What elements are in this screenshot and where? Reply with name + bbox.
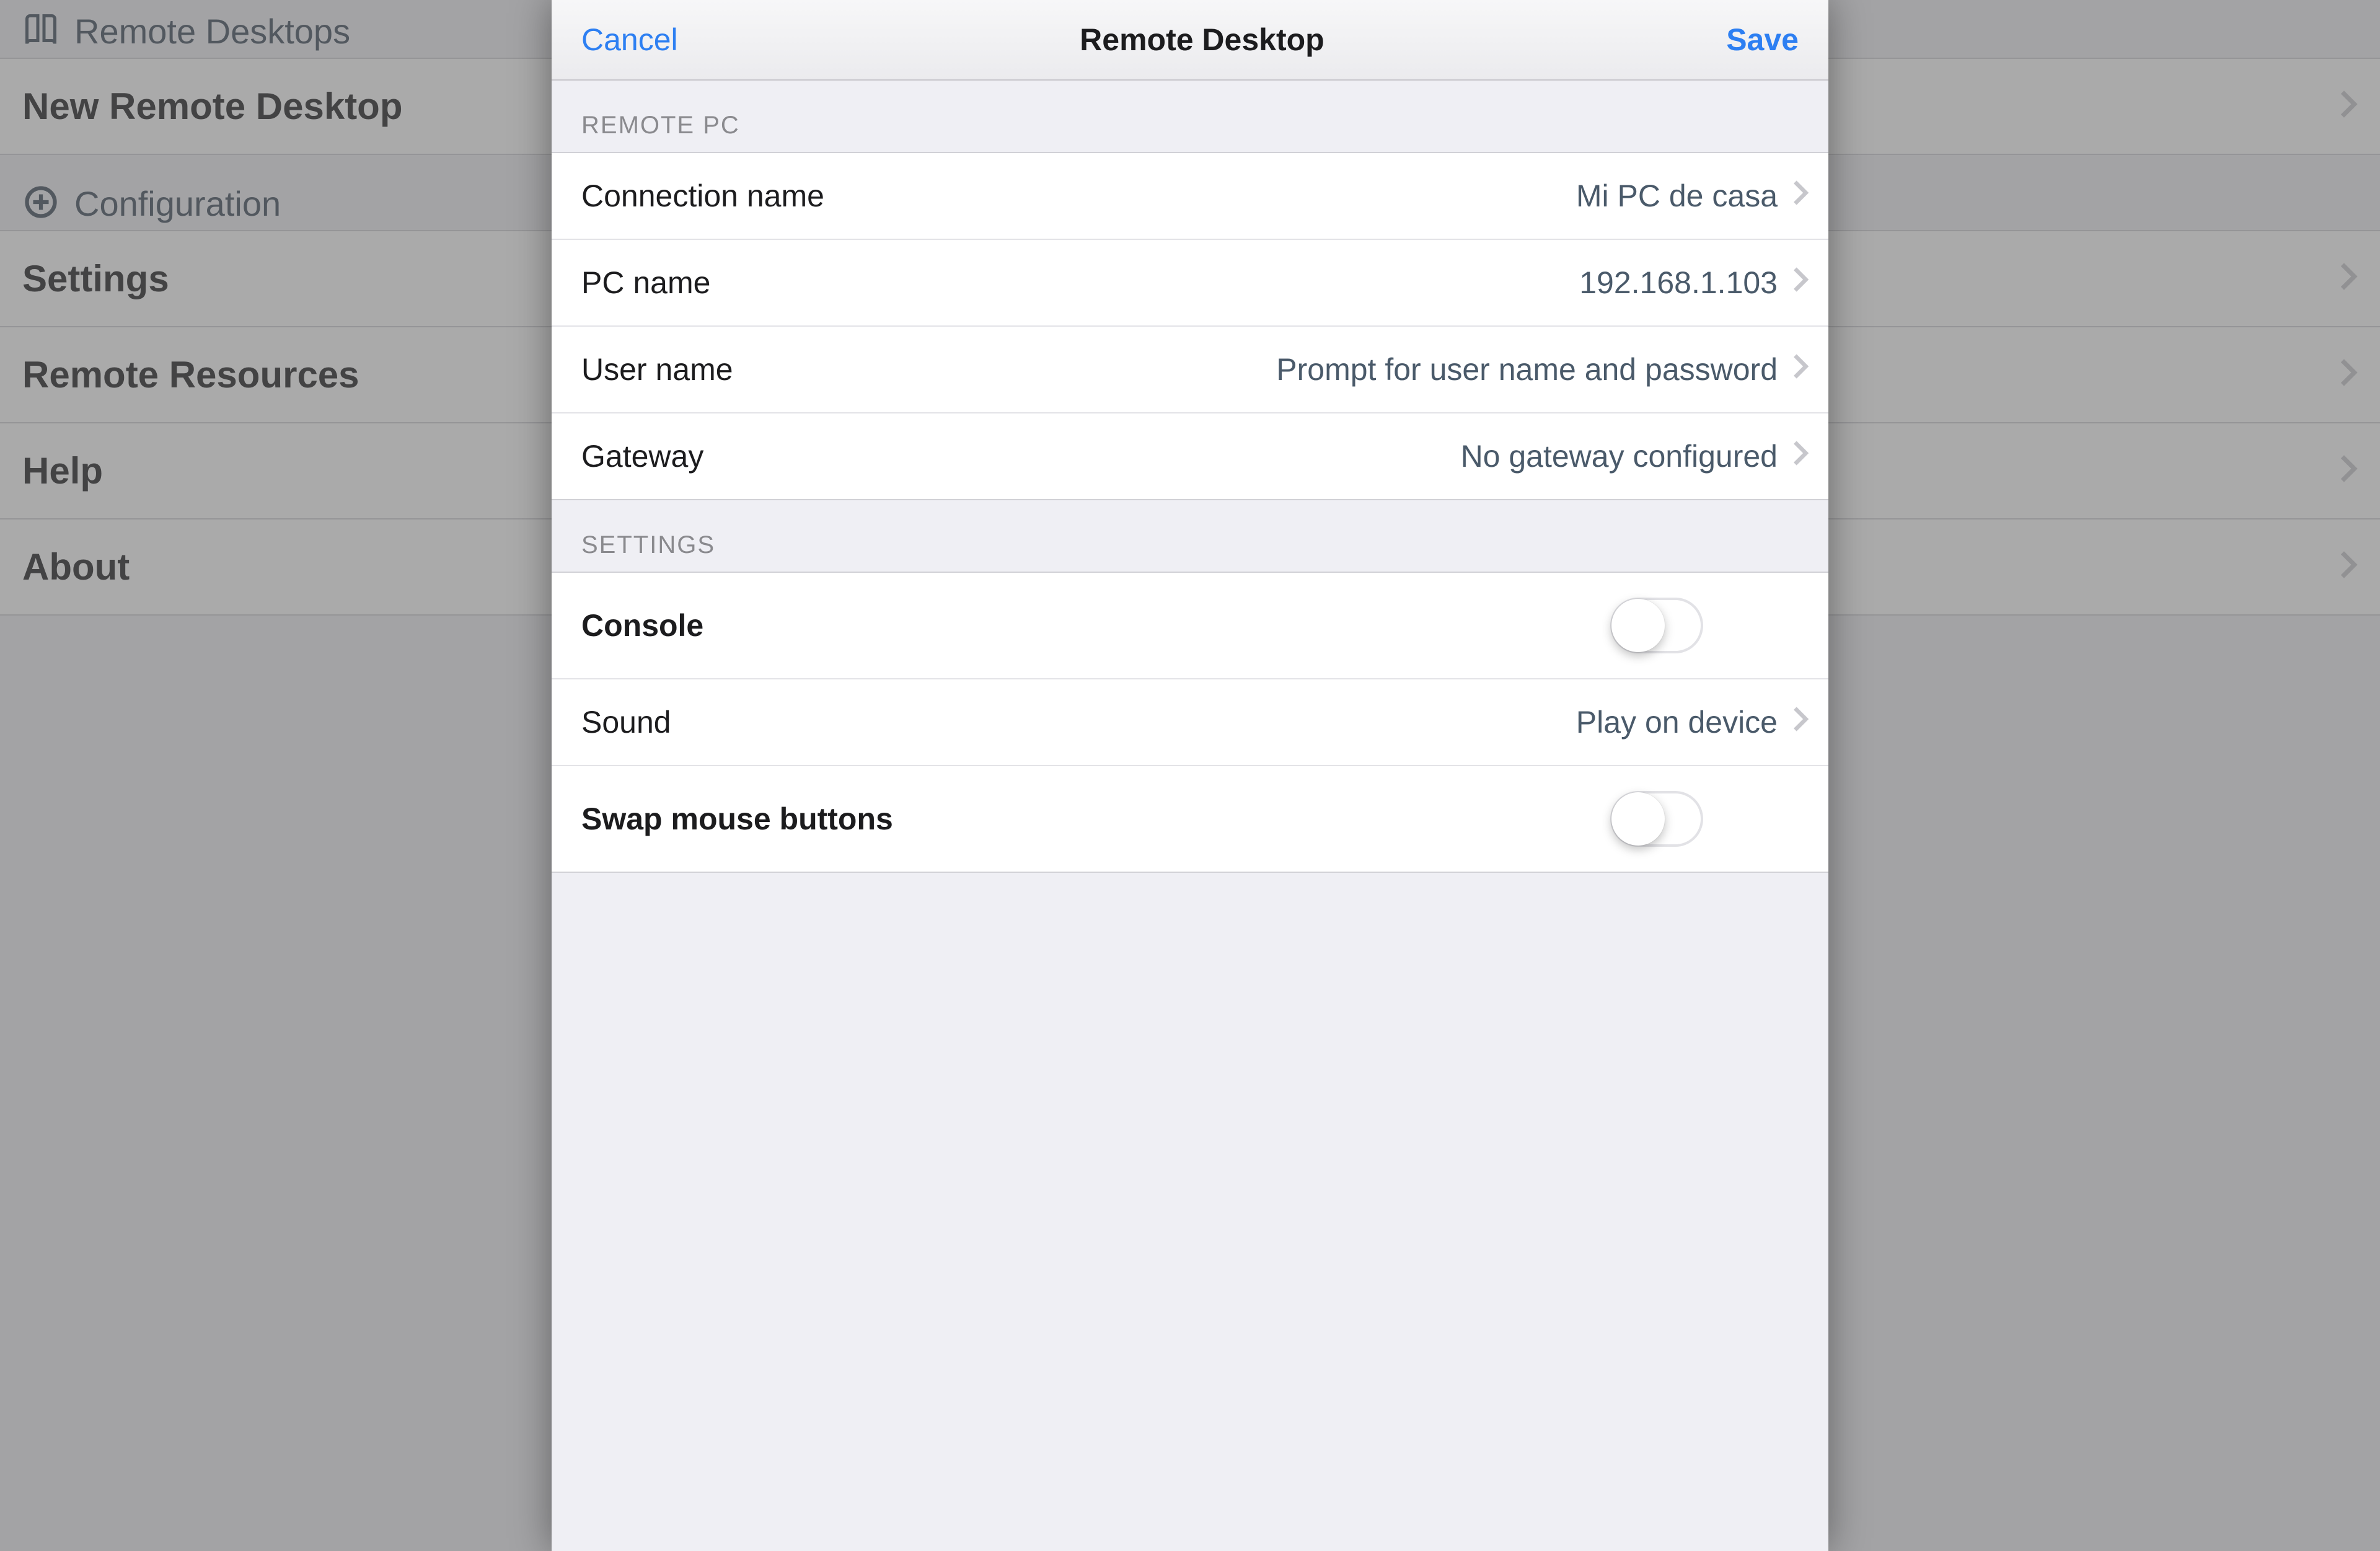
group-header-remote-pc: REMOTE PC (552, 81, 1828, 152)
row-label: Gateway (581, 438, 703, 474)
cancel-button[interactable]: Cancel (581, 22, 678, 58)
toggle-knob (1611, 599, 1665, 652)
group-remote-pc: Connection name Mi PC de casa PC name 19… (552, 152, 1828, 500)
row-value: Prompt for user name and password (1276, 351, 1778, 387)
group-header-settings: SETTINGS (552, 500, 1828, 572)
row-label: Swap mouse buttons (581, 801, 893, 837)
row-user-name[interactable]: User name Prompt for user name and passw… (552, 327, 1828, 413)
row-connection-name[interactable]: Connection name Mi PC de casa (552, 153, 1828, 240)
remote-desktop-modal: Cancel Remote Desktop Save REMOTE PC Con… (552, 0, 1828, 1551)
modal-body[interactable]: REMOTE PC Connection name Mi PC de casa … (552, 81, 1828, 1551)
row-label: PC name (581, 265, 710, 301)
row-pc-name[interactable]: PC name 192.168.1.103 (552, 240, 1828, 327)
row-label: User name (581, 351, 733, 387)
chevron-right-icon (1792, 265, 1809, 301)
row-swap-mouse: Swap mouse buttons (552, 766, 1828, 872)
row-gateway[interactable]: Gateway No gateway configured (552, 413, 1828, 499)
row-sound[interactable]: Sound Play on device (552, 679, 1828, 766)
row-label: Connection name (581, 178, 824, 214)
modal-header: Cancel Remote Desktop Save (552, 0, 1828, 81)
row-value: No gateway configured (1461, 438, 1778, 474)
modal-title: Remote Desktop (1080, 22, 1324, 58)
row-label: Console (581, 608, 703, 643)
swap-mouse-toggle[interactable] (1610, 791, 1703, 847)
group-settings: Console Sound Play on device Swap mouse … (552, 572, 1828, 873)
chevron-right-icon (1792, 438, 1809, 474)
chevron-right-icon (1792, 178, 1809, 214)
row-console: Console (552, 573, 1828, 679)
save-button[interactable]: Save (1726, 22, 1799, 58)
row-value: 192.168.1.103 (1579, 265, 1778, 301)
row-label: Sound (581, 704, 671, 740)
row-value: Play on device (1576, 704, 1778, 740)
chevron-right-icon (1792, 351, 1809, 387)
console-toggle[interactable] (1610, 598, 1703, 653)
toggle-knob (1611, 792, 1665, 846)
row-value: Mi PC de casa (1576, 178, 1778, 214)
chevron-right-icon (1792, 704, 1809, 740)
